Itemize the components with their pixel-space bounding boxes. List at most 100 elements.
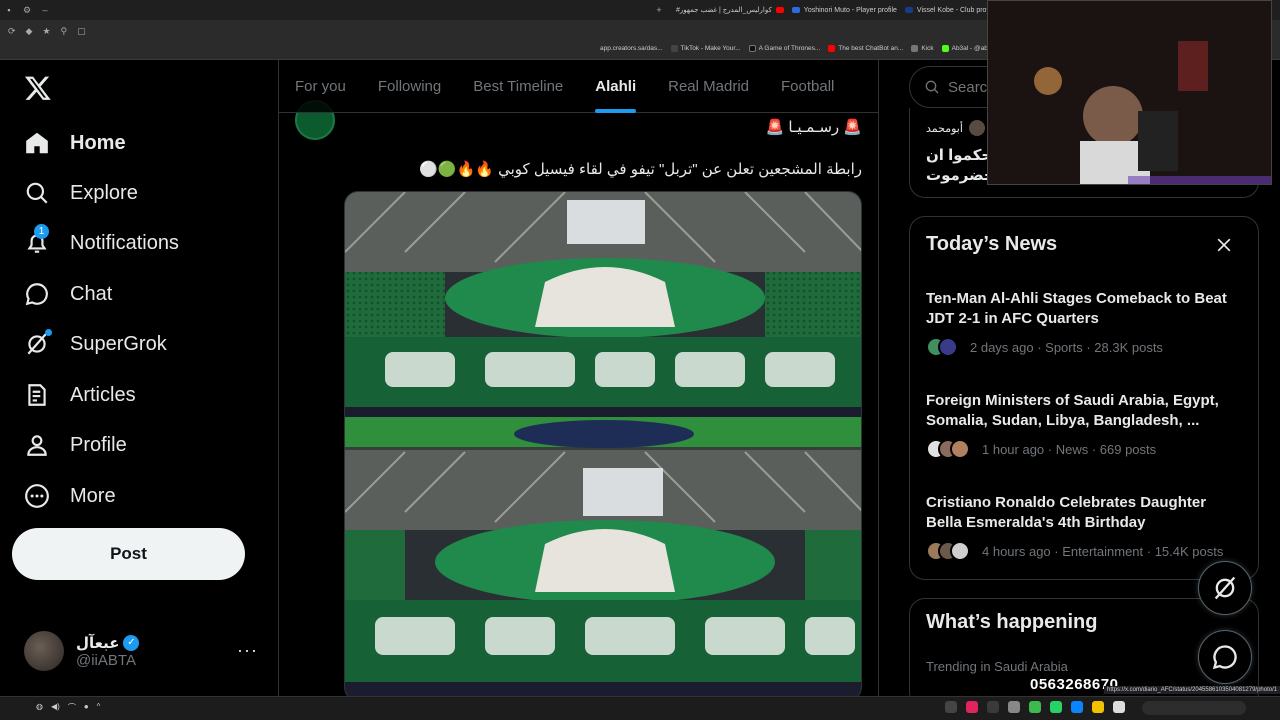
nav-notifications[interactable]: 1 Notifications [24, 223, 179, 263]
news-item[interactable]: Foreign Ministers of Saudi Arabia, Egypt… [926, 391, 1244, 459]
star-icon[interactable]: ★ [42, 26, 50, 37]
tiktok-icon [670, 45, 678, 52]
grok-icon [24, 329, 52, 357]
account-display-name: عبعآل [76, 634, 120, 652]
articles-icon [24, 382, 50, 408]
site-icon [791, 7, 800, 13]
extension-icon[interactable]: ◆ [26, 26, 33, 37]
nav-chat[interactable]: Chat [24, 274, 112, 314]
taskbar-search[interactable] [1142, 701, 1246, 715]
bookmark[interactable]: A Game of Thrones... [748, 45, 820, 52]
trending-location: Trending in Saudi Arabia [926, 659, 1068, 674]
account-switcher[interactable]: عبعآل ✓ @iiABTA ··· [24, 630, 264, 672]
avatar [24, 631, 64, 671]
new-indicator-dot [45, 329, 52, 336]
news-avatars [926, 439, 970, 459]
news-item[interactable]: Ten-Man Al-Ahli Stages Comeback to Beat … [926, 289, 1244, 357]
news-meta: 2 days ago · Sports · 28.3K posts [970, 339, 1163, 355]
account-name: عبعآل ✓ [76, 634, 140, 652]
network-icon[interactable]: ◍ [36, 702, 43, 713]
bookmark[interactable]: TikTok - Make Your... [670, 45, 741, 52]
nav-more[interactable]: More [24, 476, 116, 516]
tab-real-madrid[interactable]: Real Madrid [652, 60, 765, 113]
post-button[interactable]: Post [12, 528, 245, 580]
trend-author: أبومحمد [926, 120, 985, 136]
webcam-overlay [987, 0, 1272, 185]
chatbot-icon [911, 45, 919, 52]
wifi-icon[interactable]: ⌒ [68, 702, 76, 713]
tiktok-icon[interactable] [966, 701, 978, 713]
streamer-webcam-image [988, 1, 1271, 184]
app-icon[interactable] [1008, 701, 1020, 713]
zoom-icon[interactable]: ⚲ [61, 26, 68, 37]
kick-icon [941, 45, 949, 52]
post-image[interactable] [344, 191, 862, 696]
happening-heading: What’s happening [926, 611, 1098, 633]
search-icon [24, 180, 50, 206]
tab-label: Vissel Kobe - Club profile [916, 6, 996, 14]
folder-icon[interactable] [1092, 701, 1104, 713]
bookmark[interactable]: Kick [911, 45, 934, 52]
news-meta: 4 hours ago · Entertainment · 15.4K post… [982, 543, 1224, 559]
tab-following[interactable]: Following [362, 60, 457, 113]
mic-icon[interactable]: ● [84, 702, 89, 713]
bookmark[interactable]: app.creators.sa/das... [600, 45, 663, 52]
nav-home[interactable]: Home [24, 123, 126, 163]
tab-for-you[interactable]: For you [279, 60, 362, 113]
whatsapp-icon[interactable] [1050, 701, 1062, 713]
tab-alahli[interactable]: Alahli [579, 60, 652, 113]
more-dots-icon[interactable]: ··· [237, 640, 258, 661]
system-tray: ◍ ◀) ⌒ ● ^ [36, 702, 100, 713]
stadium-tifo-image [345, 192, 861, 696]
bookmark-label: TikTok - Make Your... [680, 45, 741, 52]
bookmark[interactable]: The best ChatBot an... [828, 45, 903, 52]
news-title: Ten-Man Al-Ahli Stages Comeback to Beat … [926, 290, 1227, 327]
os-taskbar: ◍ ◀) ⌒ ● ^ [0, 696, 1280, 720]
minimize-icon[interactable]: – [36, 5, 54, 15]
nav-label: Explore [70, 181, 138, 204]
close-icon[interactable] [1214, 235, 1234, 255]
trend-line: حضرموت [926, 167, 995, 184]
volume-icon[interactable]: ◀) [51, 702, 60, 713]
share-icon[interactable]: ▢ [77, 26, 86, 37]
news-item[interactable]: Cristiano Ronaldo Celebrates Daughter Be… [926, 493, 1244, 561]
chrome-icon[interactable] [1029, 701, 1041, 713]
tab-football[interactable]: Football [765, 60, 850, 113]
browser-tab[interactable]: Yoshinori Muto - Player profile [791, 5, 897, 15]
tiktok-icon [748, 45, 756, 52]
back-icon[interactable]: ⟳ [8, 26, 16, 37]
new-tab-button[interactable]: + [650, 5, 668, 15]
app-icon[interactable] [987, 701, 999, 713]
nav-label: Articles [70, 383, 136, 406]
settings-icon[interactable]: ⚙ [18, 5, 36, 16]
app-icon[interactable] [1071, 701, 1083, 713]
nav-supergrok[interactable]: SuperGrok [24, 324, 167, 364]
post-text: رابطة المشجعين تعلن عن "تربل" تيفو في لق… [419, 161, 862, 178]
search-icon [925, 80, 939, 94]
home-icon [24, 130, 50, 156]
youtube-icon [775, 7, 784, 13]
post-title: 🚨 رسـمـيـا 🚨 [765, 119, 862, 136]
browser-tab[interactable]: Vissel Kobe - Club profile [904, 5, 996, 15]
avatar [968, 120, 985, 136]
chat-floating-button[interactable] [1198, 630, 1252, 684]
browser-tab[interactable]: #كوارليس_المدرج | غضب جمهور [676, 5, 784, 15]
grok-floating-button[interactable] [1198, 561, 1252, 615]
taskbar-apps [945, 701, 1125, 713]
link-status-url: https://x.com/diario_AFC/status/20455861… [1104, 686, 1280, 694]
account-handle: @iiABTA [76, 651, 136, 669]
chat-icon [24, 281, 50, 307]
news-title: Cristiano Ronaldo Celebrates Daughter Be… [926, 494, 1207, 531]
nav-profile[interactable]: Profile [24, 425, 127, 465]
x-logo-icon[interactable] [24, 74, 52, 102]
chevron-up-icon[interactable]: ^ [97, 702, 101, 713]
app-icon[interactable] [945, 701, 957, 713]
tab-best-timeline[interactable]: Best Timeline [457, 60, 579, 113]
nav-explore[interactable]: Explore [24, 173, 138, 213]
app-icon[interactable] [1113, 701, 1125, 713]
nav-articles[interactable]: Articles [24, 375, 136, 415]
nav-label: SuperGrok [70, 332, 167, 355]
window-menu-icon[interactable]: ▪ [0, 5, 18, 15]
verified-badge-icon: ✓ [123, 634, 140, 651]
news-avatars [926, 337, 958, 357]
